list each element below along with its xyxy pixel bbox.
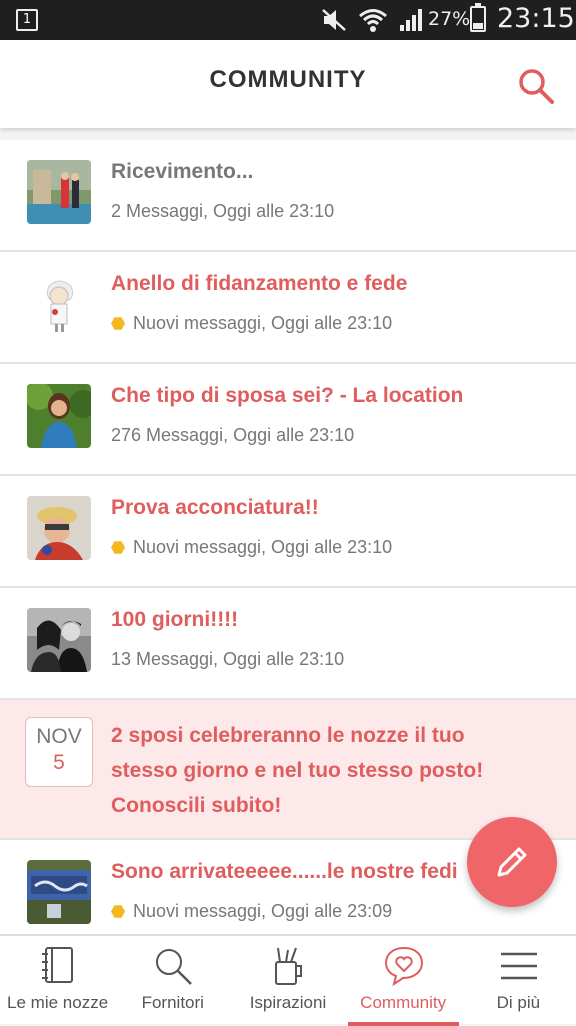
thread-meta-text: 13 Messaggi, Oggi alle 23:10	[111, 649, 345, 669]
pencil-cup-icon	[275, 947, 303, 985]
avatar	[27, 860, 91, 924]
nav-label: Di più	[496, 993, 541, 1012]
bottom-nav: Le mie nozze Fornitori Ispirazioni Commu…	[0, 934, 576, 1026]
same-day-couples-banner[interactable]: NOV 5 2 sposi celebreranno le nozze il t…	[0, 700, 576, 840]
thread-row[interactable]: Anello di fidanzamento e fede Nuovi mess…	[0, 252, 576, 364]
pencil-icon	[497, 847, 527, 877]
search-icon	[156, 949, 193, 985]
thread-meta: Nuovi messaggi, Oggi alle 23:09	[111, 901, 392, 922]
notification-digit: 1	[22, 12, 32, 27]
avatar	[27, 384, 91, 448]
thread-title: Ricevimento...	[111, 160, 254, 183]
new-messages-badge-icon	[111, 905, 125, 918]
nav-label: Le mie nozze	[7, 993, 109, 1012]
battery-icon	[470, 3, 486, 32]
thread-meta-text: 276 Messaggi, Oggi alle 23:10	[111, 425, 355, 445]
page-title: COMMUNITY	[209, 66, 367, 93]
thread-title: Anello di fidanzamento e fede	[111, 272, 408, 295]
nav-label: Fornitori	[141, 993, 204, 1012]
battery-percent: 27%	[428, 8, 471, 30]
avatar	[27, 272, 91, 336]
battery-level	[473, 23, 483, 29]
thread-meta: 2 Messaggi, Oggi alle 23:10	[111, 201, 334, 222]
avatar	[27, 608, 91, 672]
thread-title: Prova acconciatura!!	[111, 496, 319, 519]
avatar	[27, 160, 91, 224]
thread-meta: 13 Messaggi, Oggi alle 23:10	[111, 649, 344, 670]
nav-label: Community	[360, 993, 447, 1012]
nav-item-community[interactable]: Community	[346, 936, 461, 1026]
calendar-day: 5	[53, 751, 65, 774]
thread-row[interactable]: Prova acconciatura!! Nuovi messaggi, Ogg…	[0, 476, 576, 588]
thread-meta: Nuovi messaggi, Oggi alle 23:10	[111, 313, 392, 334]
nav-item-fornitori[interactable]: Fornitori	[115, 936, 230, 1024]
new-messages-badge-icon	[111, 541, 125, 554]
thread-meta: Nuovi messaggi, Oggi alle 23:10	[111, 537, 392, 558]
new-messages-badge-icon	[111, 317, 125, 330]
app-bar: COMMUNITY	[0, 40, 576, 128]
menu-icon	[500, 952, 537, 980]
thread-meta-text: 2 Messaggi, Oggi alle 23:10	[111, 201, 335, 221]
calendar-icon: NOV 5	[25, 717, 93, 787]
status-icons	[320, 6, 426, 34]
heart-chat-icon	[384, 946, 423, 987]
avatar	[27, 496, 91, 560]
wifi-icon	[359, 9, 387, 32]
signal-icon	[400, 9, 422, 31]
thread-title: Che tipo di sposa sei? - La location	[111, 384, 464, 407]
clock: 23:15	[497, 3, 575, 34]
search-icon	[519, 69, 554, 104]
search-button[interactable]	[512, 62, 560, 110]
thread-row[interactable]: Che tipo di sposa sei? - La location 276…	[0, 364, 576, 476]
banner-text: 2 sposi celebreranno le nozze il tuo ste…	[111, 724, 484, 817]
thread-meta-text: Nuovi messaggi, Oggi alle 23:09	[133, 901, 393, 921]
nav-item-le-mie-nozze[interactable]: Le mie nozze	[0, 936, 115, 1024]
notification-icon: 1	[16, 9, 38, 31]
thread-meta: 276 Messaggi, Oggi alle 23:10	[111, 425, 354, 446]
mute-icon	[322, 9, 346, 31]
notebook-icon	[42, 947, 73, 983]
new-post-button[interactable]	[467, 817, 557, 907]
thread-title: 100 giorni!!!!	[111, 608, 239, 631]
nav-label: Ispirazioni	[249, 993, 327, 1012]
thread-row[interactable]: Ricevimento... 2 Messaggi, Oggi alle 23:…	[0, 140, 576, 252]
nav-item-di-piu[interactable]: Di più	[461, 936, 576, 1024]
thread-meta-text: Nuovi messaggi, Oggi alle 23:10	[133, 313, 393, 333]
status-bar: 1 27% 23:15	[0, 0, 576, 40]
thread-meta-text: Nuovi messaggi, Oggi alle 23:10	[133, 537, 393, 557]
thread-row[interactable]: 100 giorni!!!! 13 Messaggi, Oggi alle 23…	[0, 588, 576, 700]
nav-item-ispirazioni[interactable]: Ispirazioni	[230, 936, 345, 1024]
calendar-month: NOV	[36, 725, 82, 748]
